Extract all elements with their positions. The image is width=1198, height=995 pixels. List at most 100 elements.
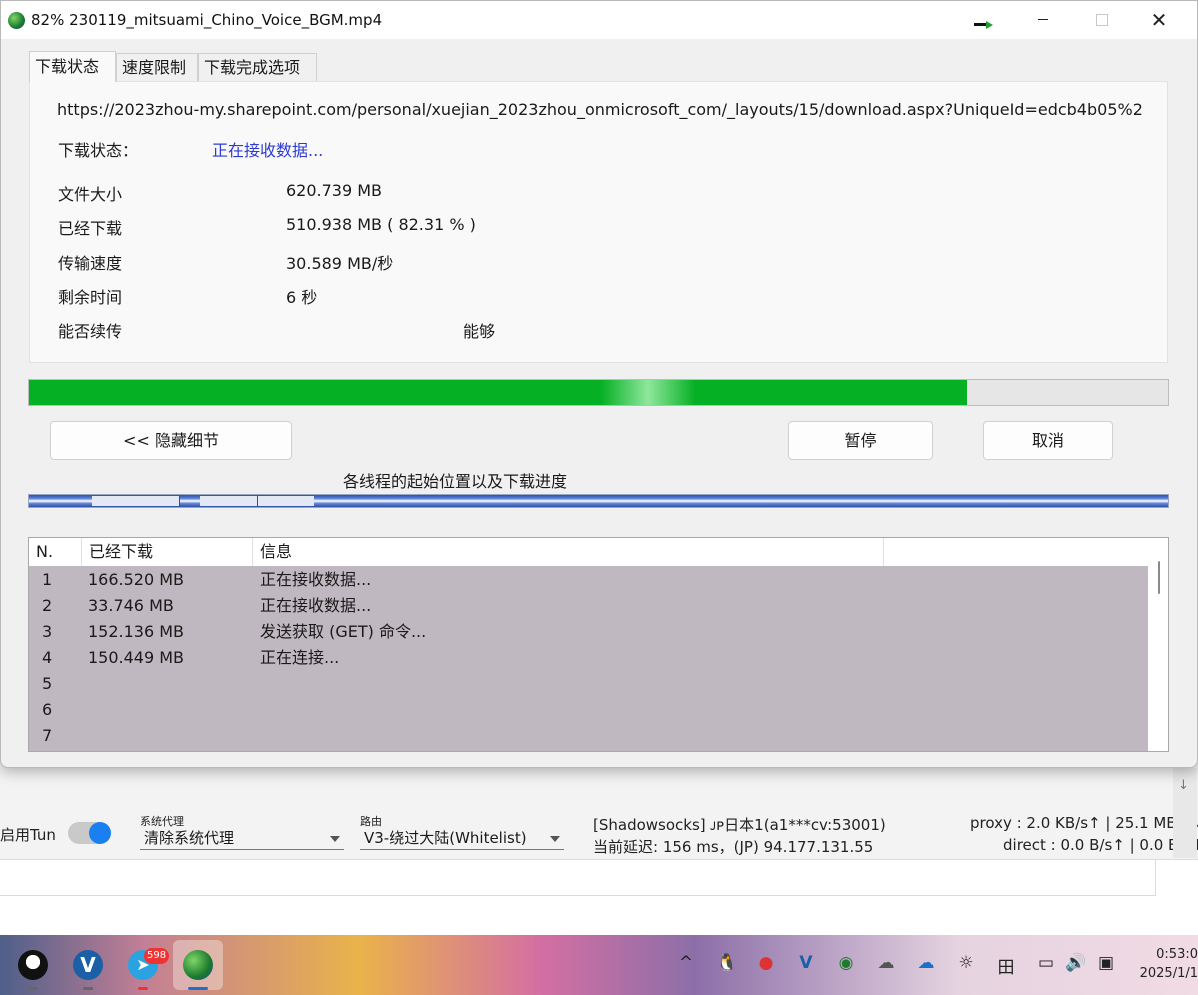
idm-app-icon <box>8 12 25 29</box>
tab-speed-limit[interactable]: 速度限制 <box>116 53 198 83</box>
chevron-down-icon <box>330 836 340 842</box>
taskbar-indicator <box>188 987 208 990</box>
clock[interactable]: 0:53:0 2025/1/1 <box>1130 945 1198 983</box>
progress-fill <box>29 380 967 405</box>
minimize-button[interactable] <box>1014 1 1072 39</box>
network-icon[interactable]: ▭ <box>1035 953 1057 973</box>
status-value: 正在接收数据... <box>212 141 324 160</box>
idm-icon <box>183 950 213 980</box>
taskbar-app-v2ray[interactable]: V <box>63 940 113 990</box>
unread-badge: 598 <box>144 948 170 964</box>
thread-row[interactable]: 3 152.136 MB 发送获取 (GET) 命令... <box>29 619 1148 645</box>
route-value: V3-绕过大陆(Whitelist) <box>364 829 527 847</box>
scroll-down-icon[interactable]: ↓ <box>1178 778 1189 793</box>
thread-marker-4 <box>257 495 258 507</box>
column-header-number[interactable]: N. <box>29 538 82 566</box>
title-bar[interactable]: 82% 230119_mitsuami_Chino_Voice_BGM.mp4 … <box>1 1 1197 39</box>
thread-row[interactable]: 6 <box>29 697 1148 723</box>
thread-downloaded: 152.136 MB <box>88 622 185 641</box>
window-title: 82% 230119_mitsuami_Chino_Voice_BGM.mp4 <box>31 11 383 29</box>
thread-progress-caption: 各线程的起始位置以及下载进度 <box>343 472 568 491</box>
download-url: https://2023zhou-my.sharepoint.com/perso… <box>57 100 1142 119</box>
column-header-downloaded[interactable]: 已经下载 <box>82 538 253 566</box>
downloaded-label: 已经下载 <box>58 219 123 238</box>
app-tray-icon[interactable]: ● <box>755 953 777 973</box>
remaining-label: 剩余时间 <box>58 288 123 307</box>
idm-tray-icon[interactable]: ◉ <box>835 953 857 973</box>
tab-completion-options[interactable]: 下载完成选项 <box>198 53 317 83</box>
clock-time: 0:53:0 <box>1156 947 1198 962</box>
resume-label: 能否续传 <box>58 322 123 341</box>
divider <box>0 895 1155 896</box>
thread-number: 7 <box>42 726 53 745</box>
chevron-down-icon <box>550 836 560 842</box>
thread-number: 4 <box>42 648 53 667</box>
thread-list-header: N. 已经下载 信息 <box>29 538 1148 566</box>
thread-number: 5 <box>42 674 53 693</box>
thread-row[interactable]: 2 33.746 MB 正在接收数据... <box>29 593 1148 619</box>
close-button[interactable]: ✕ <box>1130 1 1188 39</box>
thread-number: 3 <box>42 622 53 641</box>
system-proxy-dropdown[interactable]: 清除系统代理 <box>140 826 344 850</box>
chevron-up-icon[interactable]: ^ <box>675 953 697 973</box>
thread-row[interactable]: 1 166.520 MB 正在接收数据... <box>29 567 1148 593</box>
route-dropdown[interactable]: V3-绕过大陆(Whitelist) <box>360 826 564 850</box>
arrow-right-icon[interactable] <box>974 21 994 29</box>
scrollbar-thumb[interactable] <box>1158 561 1160 594</box>
battery-icon[interactable]: ▣ <box>1095 953 1117 973</box>
thread-marker-2 <box>179 495 180 507</box>
speed-value: 30.589 MB/秒 <box>286 254 394 273</box>
thread-info: 正在接收数据... <box>260 596 372 615</box>
brightness-icon[interactable]: ☼ <box>955 953 977 973</box>
tun-label: 启用Tun <box>0 826 56 844</box>
thread-downloaded: 166.520 MB <box>88 570 185 589</box>
maximize-button[interactable] <box>1072 1 1130 39</box>
download-window: 82% 230119_mitsuami_Chino_Voice_BGM.mp4 … <box>0 0 1198 768</box>
v2ray-icon: V <box>73 950 103 980</box>
divider <box>1155 860 1156 896</box>
v2ray-tray-icon[interactable]: V <box>795 953 817 973</box>
thread-row[interactable]: 5 <box>29 671 1148 697</box>
tun-toggle[interactable] <box>68 822 111 844</box>
onedrive-icon[interactable]: ☁ <box>915 953 937 973</box>
hide-details-button[interactable]: << 隐藏细节 <box>50 421 292 460</box>
latency-info: 当前延迟: 156 ms，(JP) 94.177.131.55 <box>593 838 874 856</box>
background-scrollbar[interactable]: ↓ <box>1173 768 1197 858</box>
remaining-value: 6 秒 <box>286 288 318 307</box>
input-method-icon[interactable]: 田 <box>995 953 1017 978</box>
thread-number: 6 <box>42 700 53 719</box>
thread-info: 正在接收数据... <box>260 570 372 589</box>
thread-downloaded: 33.746 MB <box>88 596 174 615</box>
background-content-area <box>0 860 1198 935</box>
thread-segment-1-remaining <box>92 496 179 506</box>
pause-button[interactable]: 暂停 <box>788 421 933 460</box>
taskbar-app-telegram[interactable]: ➤ 598 <box>118 940 170 990</box>
taskbar-indicator <box>28 987 38 990</box>
taskbar-indicator <box>138 987 148 990</box>
qq-tray-icon[interactable]: 🐧 <box>716 953 738 973</box>
volume-icon[interactable]: 🔊 <box>1065 953 1087 973</box>
speed-label: 传输速度 <box>58 254 123 273</box>
thread-info: 正在连接... <box>260 648 340 667</box>
taskbar-indicator <box>83 987 93 990</box>
file-size-label: 文件大小 <box>58 185 123 204</box>
taskbar: V ➤ 598 <box>0 935 1198 995</box>
download-progress-bar <box>28 379 1169 406</box>
taskbar-app-qq[interactable] <box>8 940 58 990</box>
thread-list-scrollbar[interactable] <box>1148 538 1168 751</box>
cancel-button[interactable]: 取消 <box>983 421 1113 460</box>
taskbar-app-idm[interactable] <box>173 940 223 990</box>
proxy-speed: proxy : 2.0 KB/s↑ | 25.1 MB/s↓ <box>970 814 1198 832</box>
downloaded-value: 510.938 MB ( 82.31 % ) <box>286 215 476 234</box>
server-info: [Shadowsocks] ᴊᴘ日本1(a1***cv:53001) <box>593 816 886 834</box>
thread-number: 1 <box>42 570 53 589</box>
system-proxy-value: 清除系统代理 <box>144 829 235 847</box>
cloud-icon[interactable]: ☁ <box>875 953 897 973</box>
tab-download-status[interactable]: 下载状态 <box>29 51 116 82</box>
column-header-info[interactable]: 信息 <box>253 538 884 566</box>
thread-info: 发送获取 (GET) 命令... <box>260 622 427 641</box>
thread-row[interactable]: 7 <box>29 723 1148 749</box>
thread-list[interactable]: N. 已经下载 信息 1 166.520 MB 正在接收数据... 2 33.7… <box>28 537 1169 752</box>
thread-row[interactable]: 4 150.449 MB 正在连接... <box>29 645 1148 671</box>
thread-progress-bar <box>28 494 1169 508</box>
